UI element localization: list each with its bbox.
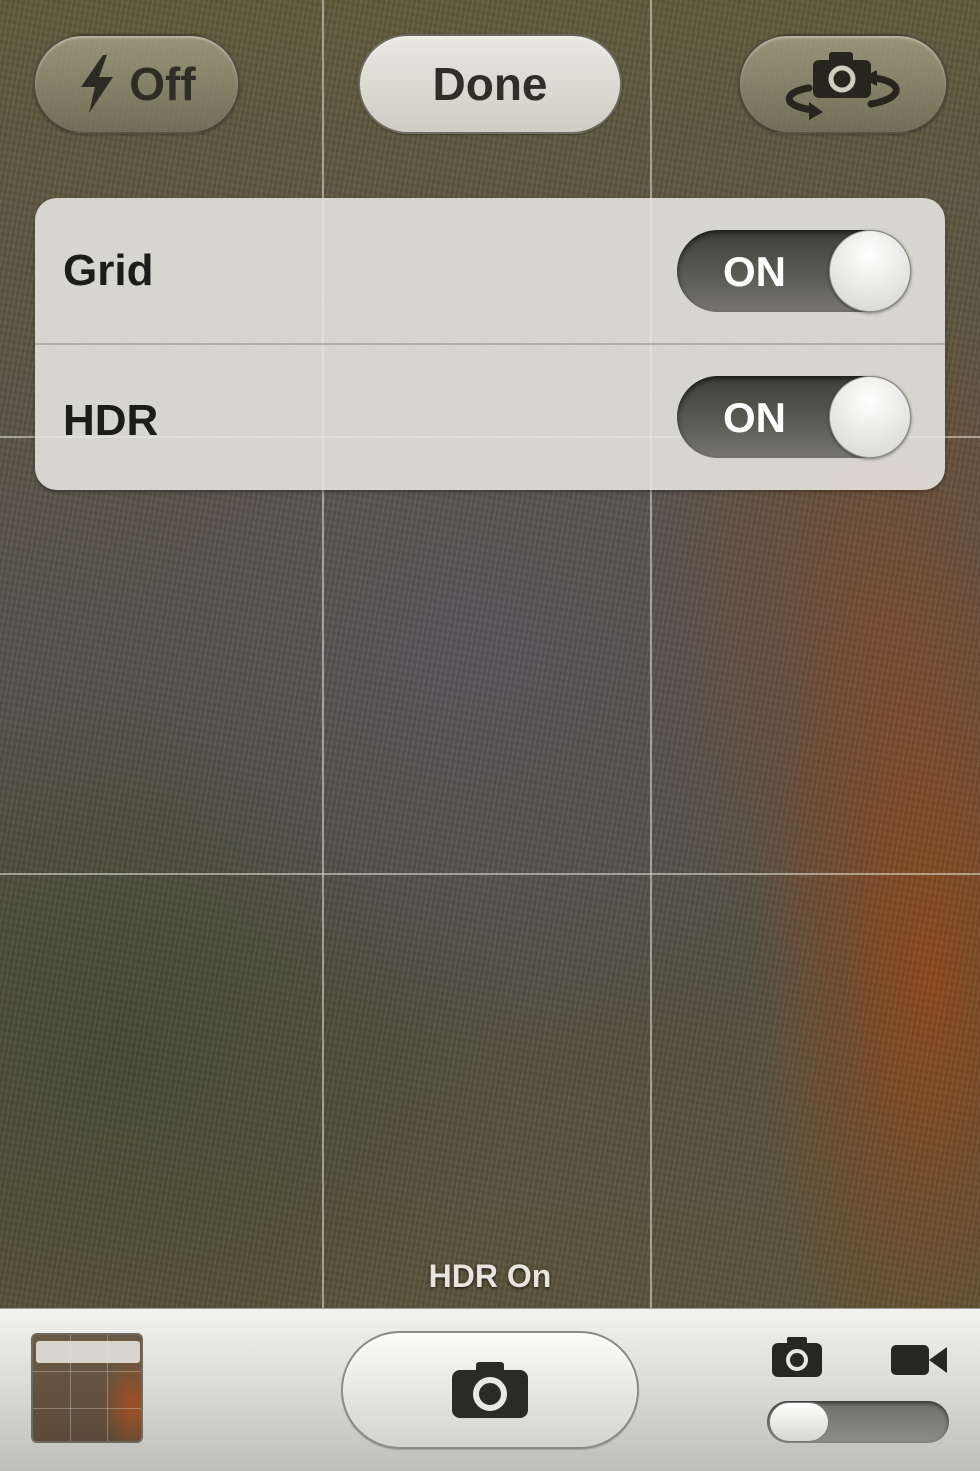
thumbnail-grid-line	[107, 1335, 108, 1441]
shutter-button[interactable]	[341, 1331, 639, 1449]
flash-button[interactable]: Off	[33, 34, 240, 134]
video-camera-icon	[891, 1343, 947, 1377]
mode-switch-knob[interactable]	[769, 1402, 829, 1442]
grid-toggle-label: ON	[723, 248, 786, 295]
switch-camera-button[interactable]	[738, 34, 948, 134]
thumbnail-grid-line	[33, 1371, 141, 1372]
grid-toggle[interactable]: ON	[677, 230, 911, 312]
last-photo-thumbnail[interactable]	[31, 1333, 143, 1443]
camera-icon	[772, 1337, 822, 1377]
camera-rotate-icon	[773, 48, 913, 120]
done-label: Done	[432, 58, 548, 110]
thumbnail-grid-line	[33, 1408, 141, 1409]
camera-options-panel: Grid ON HDR ON	[35, 198, 945, 490]
photo-video-mode-switch[interactable]	[767, 1401, 949, 1443]
toggle-knob	[829, 230, 911, 312]
hdr-option-label: HDR	[63, 396, 159, 445]
grid-option-row: Grid ON	[35, 198, 945, 345]
lightning-bolt-icon	[77, 55, 117, 113]
hdr-option-row: HDR ON	[35, 344, 945, 490]
grid-option-label: Grid	[63, 246, 154, 295]
hdr-status-label: HDR On	[428, 1258, 552, 1294]
toggle-knob	[829, 376, 911, 458]
camera-icon	[452, 1362, 528, 1418]
thumbnail-grid-line	[70, 1335, 71, 1441]
hdr-toggle-label: ON	[723, 394, 786, 441]
thumbnail-panel	[36, 1341, 140, 1363]
grid-line	[650, 0, 652, 1308]
flash-label: Off	[129, 58, 196, 110]
hdr-toggle[interactable]: ON	[677, 376, 911, 458]
camera-toolbar	[0, 1308, 980, 1471]
done-button[interactable]: Done	[358, 34, 622, 134]
grid-line	[0, 873, 980, 875]
grid-line	[322, 0, 324, 1308]
camera-viewfinder[interactable]	[0, 0, 980, 1308]
